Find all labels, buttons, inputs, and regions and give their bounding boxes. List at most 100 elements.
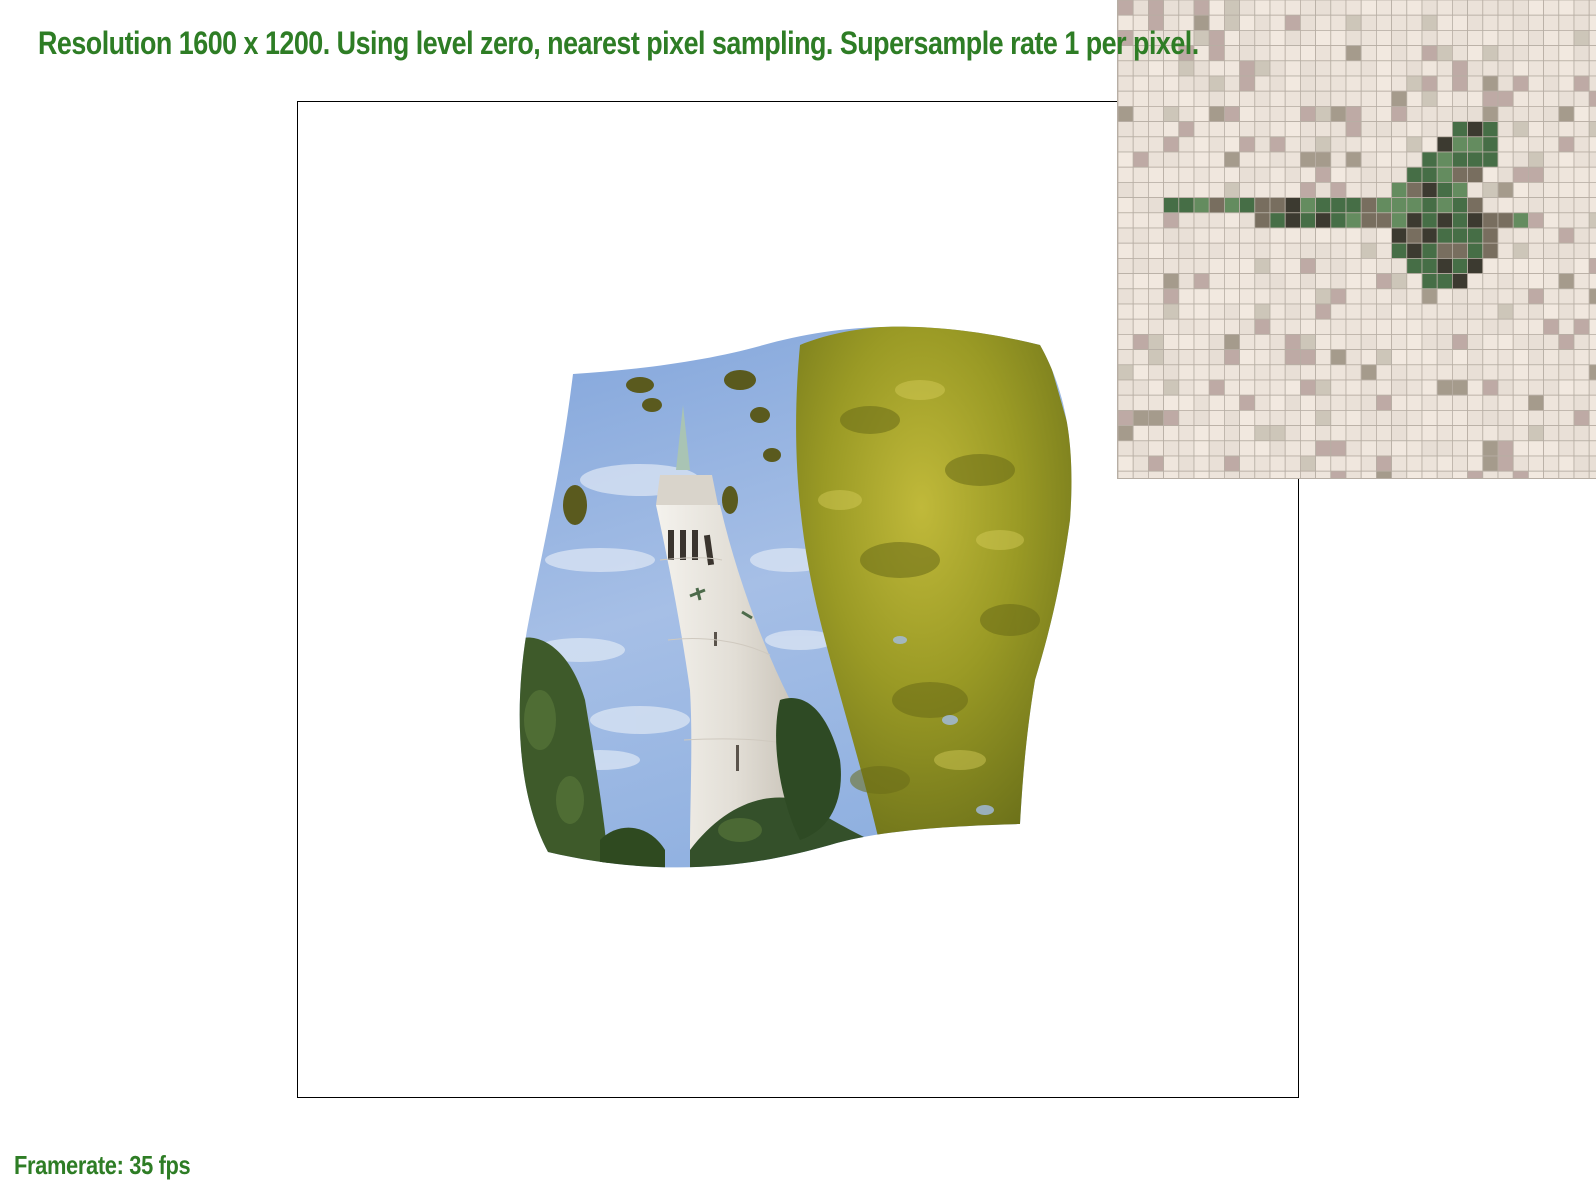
zoom-pixel xyxy=(1497,227,1514,244)
zoom-pixel xyxy=(1147,90,1164,107)
zoom-pixel xyxy=(1588,273,1596,290)
zoom-pixel xyxy=(1421,29,1438,46)
zoom-pixel xyxy=(1391,379,1408,396)
zoom-pixel xyxy=(1497,106,1514,123)
zoom-pixel xyxy=(1467,303,1484,320)
zoom-pixel xyxy=(1421,425,1438,442)
zoom-pixel xyxy=(1512,288,1529,305)
zoom-pixel xyxy=(1543,14,1560,31)
zoom-pixel xyxy=(1391,333,1408,350)
zoom-pixel xyxy=(1497,409,1514,426)
zoom-pixel xyxy=(1360,197,1377,214)
zoom-pixel xyxy=(1118,425,1134,442)
zoom-pixel xyxy=(1482,106,1499,123)
zoom-pixel xyxy=(1208,379,1225,396)
zoom-pixel xyxy=(1558,75,1575,92)
zoom-pixel xyxy=(1193,440,1210,457)
zoom-pixel xyxy=(1543,60,1560,77)
zoom-pixel xyxy=(1573,288,1590,305)
zoom-pixel xyxy=(1421,257,1438,274)
zoom-pixel xyxy=(1467,136,1484,153)
zoom-pixel xyxy=(1588,333,1596,350)
zoom-pixel xyxy=(1543,333,1560,350)
zoom-pixel xyxy=(1239,242,1256,259)
zoom-pixel xyxy=(1512,136,1529,153)
zoom-pixel xyxy=(1163,379,1180,396)
zoom-pixel xyxy=(1467,379,1484,396)
zoom-pixel xyxy=(1315,288,1332,305)
zoom-pixel xyxy=(1269,409,1286,426)
zoom-pixel xyxy=(1375,257,1392,274)
zoom-pixel xyxy=(1543,136,1560,153)
zoom-pixel xyxy=(1147,212,1164,229)
zoom-pixel xyxy=(1132,470,1149,478)
zoom-pixel xyxy=(1375,409,1392,426)
zoom-pixel xyxy=(1467,318,1484,335)
zoom-pixel xyxy=(1391,318,1408,335)
zoom-pixel xyxy=(1163,409,1180,426)
zoom-pixel xyxy=(1588,197,1596,214)
zoom-pixel xyxy=(1391,90,1408,107)
zoom-pixel xyxy=(1451,273,1468,290)
zoom-pixel xyxy=(1482,409,1499,426)
zoom-pixel xyxy=(1330,273,1347,290)
zoom-pixel xyxy=(1147,197,1164,214)
zoom-pixel xyxy=(1118,349,1134,366)
zoom-pixel xyxy=(1178,333,1195,350)
zoom-pixel xyxy=(1284,333,1301,350)
zoom-pixel xyxy=(1588,379,1596,396)
zoom-pixel xyxy=(1497,379,1514,396)
zoom-pixel xyxy=(1345,29,1362,46)
zoom-pixel xyxy=(1299,60,1316,77)
zoom-pixel xyxy=(1118,364,1134,381)
zoom-pixel xyxy=(1208,212,1225,229)
zoom-pixel xyxy=(1543,394,1560,411)
zoom-pixel xyxy=(1421,181,1438,198)
zoom-pixel xyxy=(1406,136,1423,153)
zoom-pixel xyxy=(1406,440,1423,457)
zoom-pixel xyxy=(1482,349,1499,366)
zoom-pixel xyxy=(1345,60,1362,77)
zoom-pixel xyxy=(1482,181,1499,198)
zoom-pixel xyxy=(1527,364,1544,381)
zoom-pixel xyxy=(1391,212,1408,229)
zoom-pixel xyxy=(1299,379,1316,396)
zoom-pixel xyxy=(1299,45,1316,62)
zoom-pixel xyxy=(1360,166,1377,183)
zoom-pixel xyxy=(1467,151,1484,168)
zoom-pixel xyxy=(1391,29,1408,46)
zoom-pixel xyxy=(1391,425,1408,442)
zoom-pixel xyxy=(1375,288,1392,305)
zoom-pixel xyxy=(1208,288,1225,305)
zoom-pixel xyxy=(1315,364,1332,381)
zoom-pixel xyxy=(1315,29,1332,46)
zoom-pixel xyxy=(1512,181,1529,198)
zoom-pixel xyxy=(1421,273,1438,290)
zoom-pixel xyxy=(1254,455,1271,472)
zoom-pixel xyxy=(1573,212,1590,229)
zoom-pixel xyxy=(1345,288,1362,305)
zoom-pixel xyxy=(1467,181,1484,198)
zoom-pixel xyxy=(1208,197,1225,214)
pixel-zoom-inspector[interactable] xyxy=(1117,0,1596,479)
zoom-pixel xyxy=(1269,257,1286,274)
zoom-pixel xyxy=(1254,151,1271,168)
zoom-pixel xyxy=(1208,425,1225,442)
zoom-pixel xyxy=(1512,257,1529,274)
zoom-pixel xyxy=(1573,60,1590,77)
zoom-pixel xyxy=(1330,303,1347,320)
zoom-pixel xyxy=(1132,0,1149,16)
zoom-pixel xyxy=(1467,90,1484,107)
zoom-pixel xyxy=(1208,364,1225,381)
zoom-pixel xyxy=(1118,75,1134,92)
zoom-pixel xyxy=(1163,257,1180,274)
zoom-pixel xyxy=(1178,75,1195,92)
zoom-pixel xyxy=(1147,455,1164,472)
zoom-pixel xyxy=(1391,440,1408,457)
zoom-pixel xyxy=(1239,181,1256,198)
zoom-pixel xyxy=(1573,470,1590,478)
zoom-pixel xyxy=(1254,181,1271,198)
zoom-pixel xyxy=(1497,29,1514,46)
zoom-pixel xyxy=(1588,257,1596,274)
zoom-pixel xyxy=(1147,106,1164,123)
